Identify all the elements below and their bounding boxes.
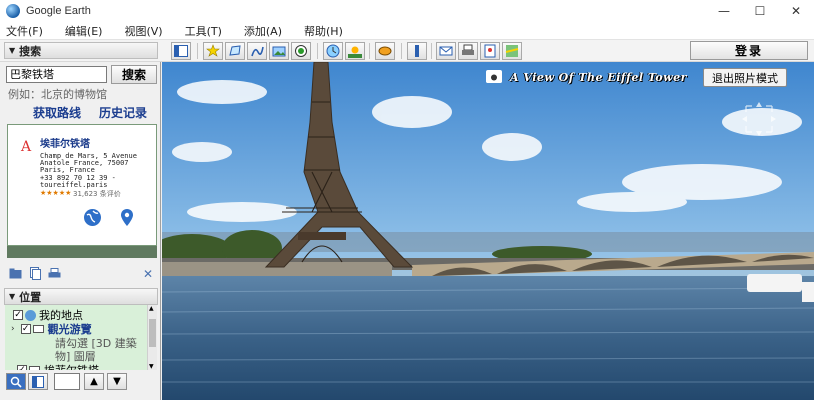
collapse-arrow-icon[interactable]: ▼ [9, 292, 15, 301]
add-image-overlay-icon[interactable] [269, 42, 289, 60]
add-path-icon[interactable] [247, 42, 267, 60]
search-panel-title: 搜索 [19, 44, 42, 58]
folder-icon [32, 325, 44, 333]
search-input[interactable]: 巴黎铁塔 [6, 66, 107, 83]
result-address-line: Paris, France [40, 166, 95, 174]
eiffel-tower-photo [162, 62, 814, 400]
move-up-icon[interactable]: ▲ [84, 373, 104, 390]
places-panel-header[interactable]: ▼ 位置 [4, 288, 158, 305]
window-title: Google Earth [26, 5, 91, 17]
search-result-card[interactable]: A 埃菲尔铁塔 Champ de Mars, 5 Avenue Anatole … [7, 124, 157, 246]
menu-help[interactable]: 帮助(H) [304, 23, 343, 39]
folder-icon [29, 366, 40, 370]
toolbar-separator [401, 43, 402, 59]
photo-viewer[interactable]: A View Of The Eiffel Tower 退出照片模式 [162, 62, 814, 400]
menu-view[interactable]: 视图(V) [124, 23, 162, 39]
search-tools: ✕ [6, 267, 156, 281]
get-directions-link[interactable]: 获取路线 [33, 104, 81, 121]
camera-icon [486, 70, 502, 83]
scrollbar-thumb[interactable] [149, 319, 156, 347]
places-panel-title: 位置 [19, 290, 42, 304]
places-bottom-toolbar: ▲ ▼ [4, 372, 158, 392]
close-button[interactable]: ✕ [778, 0, 814, 22]
menu-edit[interactable]: 编辑(E) [65, 23, 103, 39]
globe-icon [25, 309, 36, 321]
exit-photo-mode-button[interactable]: 退出照片模式 [703, 68, 787, 87]
result-marker: A [21, 139, 32, 155]
email-icon[interactable] [436, 42, 456, 60]
login-button[interactable]: 登录 [690, 41, 808, 60]
result-name[interactable]: 埃菲尔铁塔 [40, 135, 90, 150]
menu-file[interactable]: 文件(F) [6, 23, 43, 39]
places-filter-input[interactable] [54, 373, 80, 390]
ruler-icon[interactable] [407, 42, 427, 60]
collapse-arrow-icon[interactable]: ▼ [9, 46, 15, 55]
menu-tools[interactable]: 工具(T) [185, 23, 222, 39]
navigation-control-icon[interactable] [736, 96, 782, 142]
result-card-footer [7, 246, 157, 258]
menu-bar: 文件(F) 编辑(E) 视图(V) 工具(T) 添加(A) 帮助(H) [0, 22, 814, 40]
print-icon[interactable] [458, 42, 478, 60]
search-button[interactable]: 搜索 [111, 65, 157, 84]
photo-title: A View Of The Eiffel Tower [510, 71, 687, 84]
switch-planet-icon[interactable] [375, 42, 395, 60]
record-tour-icon[interactable] [291, 42, 311, 60]
toolbar-separator [317, 43, 318, 59]
checkbox-checked-icon[interactable]: ✓ [17, 365, 27, 370]
map-pin-icon[interactable] [121, 209, 133, 226]
add-placemark-icon[interactable] [203, 42, 223, 60]
view-in-maps-icon[interactable] [502, 42, 522, 60]
google-earth-logo-icon [6, 4, 20, 18]
clear-results-icon[interactable]: ✕ [141, 267, 155, 281]
toolbar-separator [197, 43, 198, 59]
checkbox-checked-icon[interactable]: ✓ [20, 324, 31, 334]
history-link[interactable]: 历史记录 [99, 104, 147, 121]
places-tree: ✓ 我的地点 › ✓ 觀光游覽 請勾選 [3D 建築 物] 圖層 ✓ 埃菲尔铁塔 [5, 305, 147, 370]
toolbar-separator [369, 43, 370, 59]
checkbox-checked-icon[interactable]: ✓ [13, 310, 23, 320]
copy-icon[interactable] [28, 267, 42, 280]
search-panel-header[interactable]: ▼ 搜索 [4, 42, 158, 59]
result-rating-stars: ★★★★★ [40, 189, 72, 197]
menu-add[interactable]: 添加(A) [244, 23, 282, 39]
print-results-icon[interactable] [47, 267, 61, 280]
tree-item-eiffel[interactable]: ✓ 埃菲尔铁塔 [17, 362, 99, 370]
scroll-up-icon[interactable]: ▲ [149, 305, 154, 312]
maximize-button[interactable]: ☐ [742, 0, 778, 22]
search-hint: 例如：北京的博物馆 [8, 88, 107, 101]
move-down-icon[interactable]: ▼ [107, 373, 127, 390]
sidebar-toggle-icon[interactable] [171, 42, 191, 60]
add-folder-icon[interactable] [8, 267, 22, 280]
toolbar-separator [431, 43, 432, 59]
scroll-down-icon[interactable]: ▼ [149, 363, 154, 370]
title-bar: Google Earth — ☐ ✕ [0, 0, 814, 22]
tree-label: 埃菲尔铁塔 [44, 362, 99, 370]
toggle-panel-icon[interactable] [28, 373, 48, 390]
sunlight-icon[interactable] [345, 42, 365, 60]
historical-imagery-icon[interactable] [323, 42, 343, 60]
result-review-count[interactable]: 31,623 条评价 [73, 189, 121, 199]
minimize-button[interactable]: — [706, 0, 742, 22]
add-polygon-icon[interactable] [225, 42, 245, 60]
places-scrollbar[interactable]: ▲ ▼ [147, 305, 157, 370]
save-image-icon[interactable] [480, 42, 500, 60]
expand-arrow-icon[interactable]: › [11, 324, 15, 334]
result-website[interactable]: toureiffel.paris [40, 181, 107, 189]
search-places-icon[interactable] [6, 373, 26, 390]
window-controls: — ☐ ✕ [706, 0, 814, 22]
globe-icon[interactable] [84, 209, 101, 226]
